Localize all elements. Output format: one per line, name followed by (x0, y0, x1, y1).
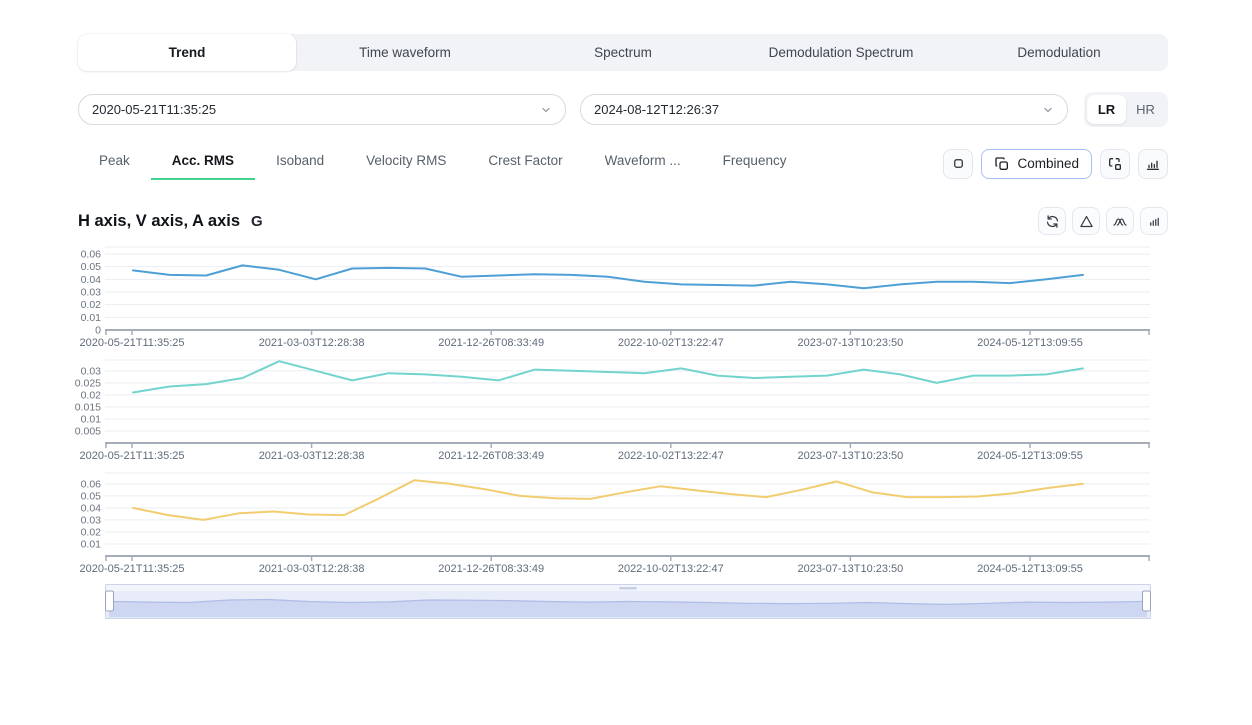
refresh-icon (1045, 214, 1060, 229)
svg-text:2024-05-12T13:09:55: 2024-05-12T13:09:55 (977, 337, 1083, 349)
triangle-alert-icon (1079, 214, 1094, 229)
metric-row: Peak Acc. RMS Isoband Velocity RMS Crest… (78, 147, 1168, 180)
combined-label: Combined (1017, 156, 1079, 171)
split-view-icon (1107, 156, 1123, 172)
svg-text:2021-12-26T08:33:49: 2021-12-26T08:33:49 (438, 563, 544, 575)
svg-text:2024-05-12T13:09:55: 2024-05-12T13:09:55 (977, 563, 1083, 575)
bar-chart-icon (1147, 214, 1162, 229)
tab-acc-rms[interactable]: Acc. RMS (151, 147, 255, 180)
end-datetime-select[interactable]: 2024-08-12T12:26:37 (580, 94, 1068, 125)
svg-text:2023-07-13T10:23:50: 2023-07-13T10:23:50 (797, 563, 903, 575)
svg-text:0.04: 0.04 (81, 274, 102, 286)
svg-text:0.01: 0.01 (81, 538, 102, 550)
svg-text:2024-05-12T13:09:55: 2024-05-12T13:09:55 (977, 450, 1083, 462)
start-datetime-value: 2020-05-21T11:35:25 (92, 102, 216, 117)
layers-copy-icon (994, 156, 1010, 172)
svg-text:0.03: 0.03 (81, 514, 102, 526)
svg-text:0.05: 0.05 (81, 261, 102, 273)
svg-text:2022-10-02T13:22:47: 2022-10-02T13:22:47 (618, 450, 724, 462)
bar-chart-button[interactable] (1140, 207, 1168, 235)
h-axis-trend-chart: 00.010.020.030.040.050.06 2020-05-21T11:3… (78, 244, 1168, 350)
start-datetime-select[interactable]: 2020-05-21T11:35:25 (78, 94, 566, 125)
view-tabs: Trend Time waveform Spectrum Demodulatio… (78, 34, 1168, 71)
svg-text:2021-12-26T08:33:49: 2021-12-26T08:33:49 (438, 450, 544, 462)
svg-text:2023-07-13T10:23:50: 2023-07-13T10:23:50 (797, 450, 903, 462)
svg-text:0.03: 0.03 (81, 365, 102, 377)
histogram-icon (1145, 156, 1161, 172)
svg-text:2020-05-21T11:35:25: 2020-05-21T11:35:25 (80, 337, 185, 349)
tab-peak[interactable]: Peak (78, 147, 151, 180)
resolution-toggle: LR HR (1084, 92, 1168, 127)
alert-threshold-button[interactable] (1072, 207, 1100, 235)
trend-charts: 00.010.020.030.040.050.062020-05-21T11:3… (78, 244, 1168, 621)
svg-text:0.02: 0.02 (81, 299, 102, 311)
svg-text:0.005: 0.005 (75, 425, 101, 437)
svg-text:0: 0 (95, 325, 101, 337)
square-icon (951, 156, 966, 171)
resolution-hr-option[interactable]: HR (1126, 95, 1165, 124)
tab-demodulation[interactable]: Demodulation (950, 34, 1168, 71)
timeline-brush[interactable] (105, 583, 1168, 621)
svg-text:0.01: 0.01 (81, 413, 102, 425)
svg-text:0.05: 0.05 (81, 490, 102, 502)
svg-text:0.015: 0.015 (75, 401, 101, 413)
svg-text:2021-03-03T12:28:38: 2021-03-03T12:28:38 (259, 337, 365, 349)
tab-isoband[interactable]: Isoband (255, 147, 345, 180)
svg-text:2023-07-13T10:23:50: 2023-07-13T10:23:50 (797, 337, 903, 349)
combined-view-button[interactable]: Combined (981, 149, 1092, 179)
chart-header: H axis, V axis, A axis G (78, 207, 1168, 235)
svg-text:0.04: 0.04 (81, 502, 102, 514)
svg-text:0.025: 0.025 (75, 377, 101, 389)
chart-unit-label: G (251, 213, 263, 230)
tab-demodulation-spectrum[interactable]: Demodulation Spectrum (732, 34, 950, 71)
tab-time-waveform[interactable]: Time waveform (296, 34, 514, 71)
brush-handle-right[interactable] (1143, 591, 1151, 611)
refresh-button[interactable] (1038, 207, 1066, 235)
svg-text:2021-12-26T08:33:49: 2021-12-26T08:33:49 (438, 337, 544, 349)
split-view-button[interactable] (1100, 149, 1130, 179)
svg-text:0.06: 0.06 (81, 478, 102, 490)
svg-text:2021-03-03T12:28:38: 2021-03-03T12:28:38 (259, 450, 365, 462)
v-axis-trend-chart: 0.0050.010.0150.020.0250.03 2020-05-21T11… (78, 357, 1168, 463)
resolution-lr-option[interactable]: LR (1087, 95, 1126, 124)
tab-waveform[interactable]: Waveform ... (584, 147, 702, 180)
svg-text:2020-05-21T11:35:25: 2020-05-21T11:35:25 (80, 450, 185, 462)
svg-text:2022-10-02T13:22:47: 2022-10-02T13:22:47 (618, 337, 724, 349)
chevron-down-icon (540, 104, 552, 116)
chart-title: H axis, V axis, A axis (78, 212, 240, 231)
tab-trend[interactable]: Trend (78, 34, 296, 71)
metric-tabs: Peak Acc. RMS Isoband Velocity RMS Crest… (78, 147, 807, 180)
brush-handle-left[interactable] (106, 591, 114, 611)
tab-spectrum[interactable]: Spectrum (514, 34, 732, 71)
overlay-curves-icon (1112, 213, 1128, 229)
controls-row: 2020-05-21T11:35:25 2024-08-12T12:26:37 … (78, 92, 1168, 127)
histogram-view-button[interactable] (1138, 149, 1168, 179)
view-toolbar: Combined (943, 149, 1168, 179)
end-datetime-value: 2024-08-12T12:26:37 (594, 102, 719, 117)
a-axis-trend-chart: 0.010.020.030.040.050.06 2020-05-21T11:35… (78, 470, 1168, 576)
svg-text:0.03: 0.03 (81, 286, 102, 298)
svg-text:0.06: 0.06 (81, 248, 102, 260)
tab-velocity-rms[interactable]: Velocity RMS (345, 147, 467, 180)
tab-crest-factor[interactable]: Crest Factor (467, 147, 583, 180)
tab-frequency[interactable]: Frequency (702, 147, 808, 180)
svg-text:2022-10-02T13:22:47: 2022-10-02T13:22:47 (618, 563, 724, 575)
overlay-curves-button[interactable] (1106, 207, 1134, 235)
svg-text:0.02: 0.02 (81, 389, 102, 401)
chart-header-actions (1038, 207, 1168, 235)
svg-text:2020-05-21T11:35:25: 2020-05-21T11:35:25 (80, 563, 185, 575)
svg-text:2021-03-03T12:28:38: 2021-03-03T12:28:38 (259, 563, 365, 575)
svg-text:0.02: 0.02 (81, 526, 102, 538)
chevron-down-icon (1042, 104, 1054, 116)
svg-text:0.01: 0.01 (81, 312, 102, 324)
single-view-button[interactable] (943, 149, 973, 179)
trend-page: Trend Time waveform Spectrum Demodulatio… (78, 34, 1168, 621)
